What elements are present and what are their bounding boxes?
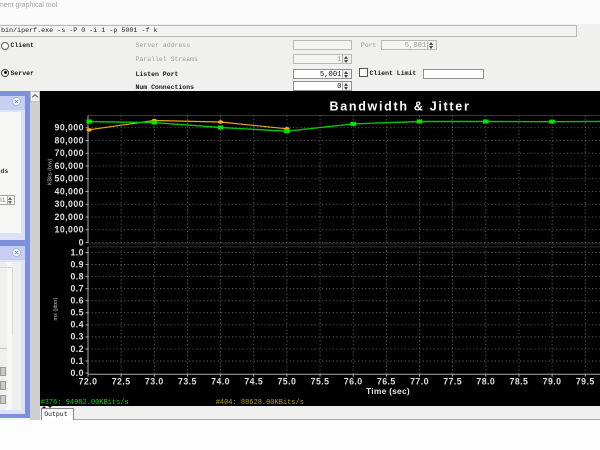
svg-text:77.5: 77.5	[444, 376, 463, 386]
svg-text:60,000: 60,000	[55, 160, 84, 170]
svg-text:74.0: 74.0	[211, 376, 230, 386]
svg-text:0.6: 0.6	[71, 295, 85, 305]
svg-text:0.7: 0.7	[71, 283, 85, 293]
svg-text:73.5: 73.5	[178, 376, 197, 386]
svg-text:50,000: 50,000	[55, 173, 84, 183]
svg-text:Bandwidth & Jitter: Bandwidth & Jitter	[330, 99, 471, 113]
svg-text:78.0: 78.0	[477, 376, 496, 386]
svg-text:1.0: 1.0	[71, 247, 85, 257]
svg-text:72.5: 72.5	[112, 376, 131, 386]
svg-text:10,000: 10,000	[55, 224, 84, 234]
svg-text:30,000: 30,000	[55, 199, 84, 209]
svg-text:0.2: 0.2	[71, 343, 85, 353]
svg-text:78.5: 78.5	[510, 376, 529, 386]
svg-text:0: 0	[79, 237, 84, 247]
svg-text:KBits (b/w): KBits (b/w)	[48, 158, 54, 185]
svg-text:72.0: 72.0	[79, 376, 98, 386]
svg-text:40,000: 40,000	[55, 186, 84, 196]
svg-text:74.5: 74.5	[245, 376, 264, 386]
svg-text:#376: 94982.00KBits/s: #376: 94982.00KBits/s	[41, 399, 129, 406]
svg-text:20,000: 20,000	[55, 211, 84, 221]
svg-text:0.8: 0.8	[71, 271, 85, 281]
svg-text:0.5: 0.5	[71, 307, 85, 317]
svg-text:Time (sec): Time (sec)	[366, 385, 410, 395]
svg-text:80,000: 80,000	[55, 135, 84, 145]
svg-text:ms (jitter): ms (jitter)	[53, 297, 59, 320]
svg-text:76.0: 76.0	[344, 376, 363, 386]
svg-text:70,000: 70,000	[55, 148, 84, 158]
svg-text:79.0: 79.0	[543, 376, 562, 386]
svg-text:0.4: 0.4	[71, 319, 85, 329]
svg-text:0.9: 0.9	[71, 259, 85, 269]
svg-text:79.5: 79.5	[576, 376, 595, 386]
svg-text:#404: 88628.00KBits/s: #404: 88628.00KBits/s	[216, 399, 304, 406]
svg-text:90,000: 90,000	[55, 122, 84, 132]
svg-text:73.0: 73.0	[145, 376, 164, 386]
svg-text:75.0: 75.0	[278, 376, 297, 386]
svg-text:75.5: 75.5	[311, 376, 330, 386]
svg-text:77.0: 77.0	[410, 376, 429, 386]
svg-text:0.3: 0.3	[71, 331, 85, 341]
svg-text:0.1: 0.1	[71, 355, 85, 365]
